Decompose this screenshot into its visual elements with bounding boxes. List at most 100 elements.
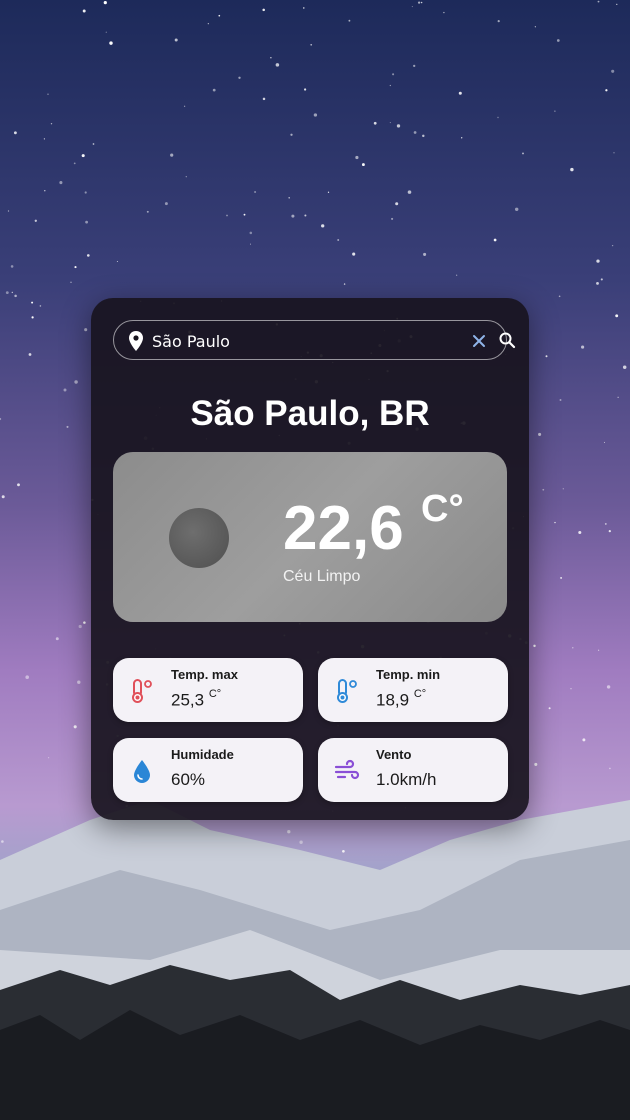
star <box>250 243 251 245</box>
stat-label: Humidade <box>171 747 234 762</box>
star <box>422 134 425 138</box>
stat-humidity: Humidade 60% <box>113 738 303 802</box>
star <box>542 488 545 491</box>
star <box>28 353 32 356</box>
star <box>456 274 458 276</box>
star <box>218 14 221 17</box>
star <box>458 91 462 95</box>
star <box>81 154 85 158</box>
star <box>31 316 34 319</box>
star <box>238 76 241 79</box>
star <box>212 88 216 92</box>
star <box>558 295 561 298</box>
star <box>34 219 37 222</box>
stat-label: Temp. min <box>376 667 441 682</box>
star <box>7 210 10 212</box>
star <box>348 19 351 22</box>
star <box>608 529 611 533</box>
search-input[interactable] <box>152 327 442 355</box>
stat-label: Vento <box>376 747 412 762</box>
star <box>43 138 46 140</box>
stat-value: 25,3 C° <box>171 688 222 711</box>
star <box>82 9 86 13</box>
star <box>84 328 88 332</box>
stat-number: 25,3 <box>171 690 205 710</box>
star <box>17 483 20 487</box>
star <box>262 97 266 101</box>
star <box>303 88 307 91</box>
star <box>44 190 46 192</box>
star <box>226 214 228 217</box>
map-pin-icon <box>129 331 143 351</box>
star <box>423 252 427 256</box>
close-icon[interactable] <box>471 333 487 349</box>
star <box>413 131 417 134</box>
star <box>103 1 107 5</box>
star <box>373 121 377 125</box>
stat-unit: C° <box>413 688 427 700</box>
star <box>249 231 253 235</box>
star <box>290 133 293 136</box>
thermometer-hot-icon <box>132 679 152 703</box>
star <box>83 621 86 624</box>
star <box>262 8 265 12</box>
star <box>391 217 394 220</box>
star <box>570 167 574 172</box>
star <box>105 31 107 33</box>
star <box>185 176 187 178</box>
star <box>270 57 272 59</box>
star <box>605 89 608 92</box>
weather-description: Céu Limpo <box>283 568 361 585</box>
star <box>13 131 17 135</box>
star <box>10 265 14 268</box>
star <box>0 417 2 421</box>
star <box>611 69 615 73</box>
star <box>343 283 346 285</box>
star <box>50 123 53 125</box>
star <box>116 260 118 263</box>
star <box>603 441 606 443</box>
star <box>288 197 290 199</box>
star <box>581 345 585 349</box>
weather-card: São Paulo, BR 22,6 C° Céu Limpo Temp. ma… <box>91 298 529 820</box>
star <box>31 301 34 304</box>
search-icon[interactable] <box>498 331 516 349</box>
thermometer-cold-icon <box>337 679 357 703</box>
star <box>611 244 614 247</box>
star <box>291 214 295 218</box>
star <box>596 259 600 263</box>
star <box>443 11 445 14</box>
stat-unit: C° <box>208 688 222 700</box>
star <box>613 152 615 154</box>
star <box>534 762 538 766</box>
star <box>395 202 399 206</box>
stat-number: 18,9 <box>376 690 410 710</box>
star <box>73 725 77 729</box>
star <box>63 388 67 392</box>
star <box>417 1 421 4</box>
stat-label: Temp. max <box>171 667 238 682</box>
star <box>420 1 423 4</box>
star <box>164 202 168 206</box>
star <box>47 93 49 95</box>
star <box>313 113 318 117</box>
city-title: São Paulo, BR <box>190 394 430 433</box>
star <box>533 644 536 648</box>
star <box>86 254 90 257</box>
star <box>545 355 548 358</box>
star <box>578 530 582 535</box>
star <box>146 210 149 213</box>
star <box>606 685 611 689</box>
star <box>497 19 500 23</box>
star <box>47 757 50 759</box>
star <box>275 63 280 67</box>
star <box>392 73 395 76</box>
star <box>92 143 95 145</box>
star <box>5 291 9 295</box>
star <box>74 380 78 384</box>
star <box>183 105 186 107</box>
wind-icon <box>334 759 360 780</box>
water-drop-icon <box>134 760 150 783</box>
star <box>39 305 42 307</box>
star <box>411 6 413 8</box>
